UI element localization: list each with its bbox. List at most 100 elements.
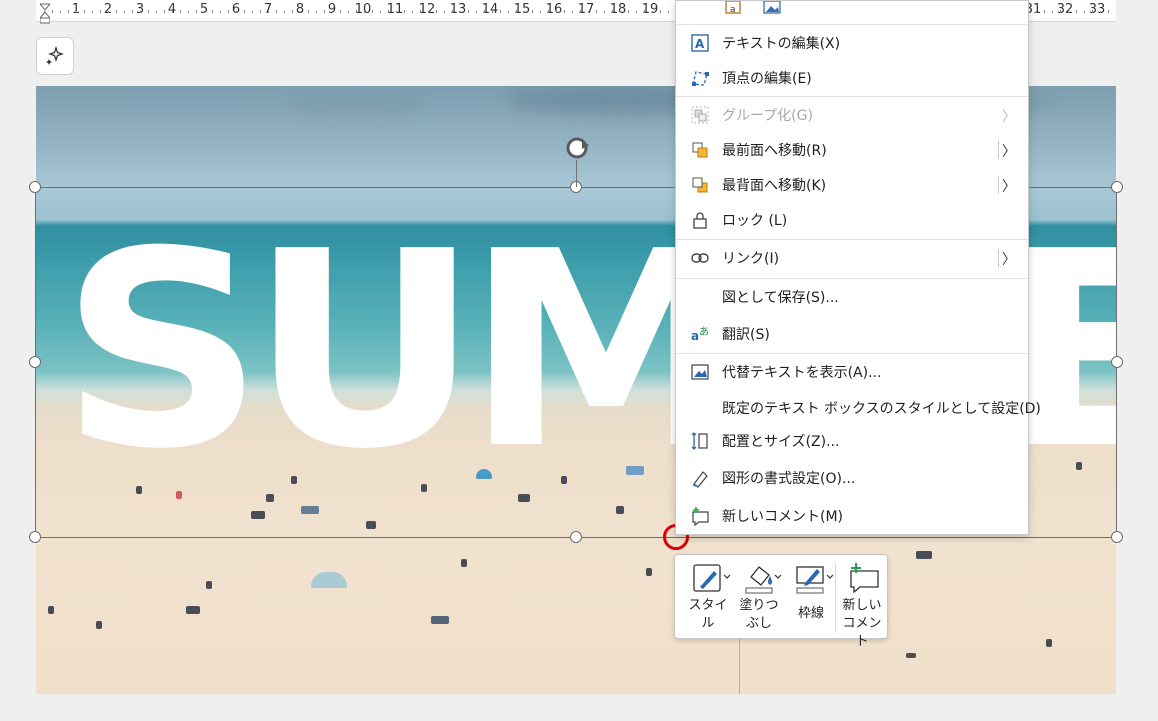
ruler-tick [1108, 10, 1109, 13]
menu-separator [676, 96, 1028, 97]
resize-handle-ne[interactable] [1111, 181, 1123, 193]
new-comment-button[interactable]: 新しいコメント [837, 561, 887, 649]
fill-bucket-icon [745, 566, 782, 594]
ruler-tick [164, 10, 165, 13]
ruler-tick [68, 10, 69, 13]
ruler-tick [388, 10, 389, 13]
ruler-tick [476, 11, 477, 13]
menu-item-new-comment[interactable]: 新しいコメント(M) [676, 499, 1028, 532]
resize-handle-nw[interactable] [29, 181, 41, 193]
paste-picture-icon[interactable] [762, 1, 784, 15]
resize-handle-e[interactable] [1111, 356, 1123, 368]
menu-item-label: テキストの編集(X) [722, 36, 841, 52]
paste-text-icon[interactable]: a [724, 1, 746, 15]
menu-item-format-shape[interactable]: 図形の書式設定(O)... [676, 461, 1028, 494]
menu-item-send-back[interactable]: 最背面へ移動(K) 〉 [676, 168, 1028, 201]
ruler-tick [220, 11, 221, 13]
ruler-tick [556, 11, 557, 13]
ruler-tick [1068, 11, 1069, 13]
ruler-tick [244, 10, 245, 13]
svg-text:a: a [730, 5, 736, 15]
menu-item-bring-front[interactable]: 最前面へ移動(R) 〉 [676, 133, 1028, 166]
svg-text:a: a [691, 329, 699, 343]
designer-sparkle-button[interactable] [36, 37, 74, 75]
ruler-tick [324, 10, 325, 13]
size-position-icon [691, 432, 708, 450]
ruler-tick [204, 11, 205, 13]
outline-button[interactable]: 枠線 [785, 561, 837, 635]
menu-item-label: 図として保存(S)... [722, 290, 839, 306]
menu-item-translate[interactable]: a あ翻訳(S) [676, 317, 1028, 350]
ruler-tick [628, 10, 629, 13]
shape-style-icon [693, 564, 731, 592]
ruler-tick [548, 10, 549, 13]
ruler-tick [268, 11, 269, 13]
menu-item-alt-text[interactable]: 代替テキストを表示(A)... [676, 355, 1028, 388]
ruler-tick [196, 10, 197, 13]
outline-pen-icon [796, 566, 834, 594]
ruler-tick [372, 10, 373, 13]
translate-icon: aあ [691, 326, 709, 343]
resize-handle-s[interactable] [570, 531, 582, 543]
ruler-tick [1084, 11, 1085, 13]
link-icon [691, 253, 709, 263]
ruler-tick [1052, 11, 1053, 13]
ruler-tick [612, 10, 613, 13]
ruler-tick [596, 10, 597, 13]
menu-item-label: 新しいコメント(M) [722, 509, 844, 525]
menu-item-label: 配置とサイズ(Z)... [722, 434, 840, 450]
menu-separator [676, 353, 1028, 354]
menu-item-edit-points[interactable]: 頂点の編集(E) [676, 61, 1028, 94]
menu-item-link[interactable]: リンク(I) 〉 [676, 241, 1028, 274]
ruler-tick [1036, 11, 1037, 13]
ruler-tick [340, 10, 341, 13]
ruler-tick [148, 10, 149, 13]
ruler-tick [180, 10, 181, 13]
ruler-tick [292, 10, 293, 13]
format-shape-icon [693, 471, 708, 488]
chevron-right-icon: 〉 [1002, 109, 1016, 125]
ruler-tick [156, 11, 157, 13]
menu-item-label: 図形の書式設定(O)... [722, 471, 856, 487]
menu-item-label: 既定のテキスト ボックスのスタイルとして設定(D) [722, 401, 1041, 417]
resize-handle-se[interactable] [1111, 531, 1123, 543]
indent-marker-icon[interactable] [40, 2, 50, 24]
menu-item-item-10[interactable]: 既定のテキスト ボックスのスタイルとして設定(D) [676, 391, 1041, 424]
menu-item-item-7[interactable]: 図として保存(S)... [676, 280, 1028, 313]
mini-toolbar: スタイル 塗りつぶし 枠線 新しいコメント [674, 554, 888, 649]
ruler-tick [564, 10, 565, 13]
ruler-tick [364, 11, 365, 13]
ruler-number: 11 [386, 2, 404, 17]
menu-item-size-position[interactable]: 配置とサイズ(Z)... [676, 424, 1028, 457]
ruler-tick [132, 10, 133, 13]
menu-item-text-edit[interactable]: A テキストの編集(X) [676, 26, 1028, 59]
ruler-tick [356, 10, 357, 13]
ruler-number: 1 [71, 2, 81, 17]
ruler-tick [140, 11, 141, 13]
ruler-tick [636, 11, 637, 13]
resize-handle-sw[interactable] [29, 531, 41, 543]
ruler-tick [60, 11, 61, 13]
fill-button[interactable]: 塗りつぶし [733, 561, 785, 635]
ruler-tick [52, 10, 53, 13]
menu-item-lock[interactable]: ロック (L) [676, 203, 1028, 236]
svg-text:A: A [695, 37, 705, 51]
submenu-divider [998, 176, 999, 194]
ruler-tick [404, 10, 405, 13]
ruler-tick [436, 10, 437, 13]
ruler-tick [1060, 10, 1061, 13]
resize-handle-w[interactable] [29, 356, 41, 368]
ruler-tick [284, 11, 285, 13]
ruler-tick [76, 11, 77, 13]
edit-points-icon [692, 71, 709, 86]
submenu-divider [998, 141, 999, 159]
ruler-tick [492, 11, 493, 13]
ruler-tick [396, 11, 397, 13]
ruler-tick [308, 10, 309, 13]
menu-item-label: リンク(I) [722, 251, 780, 267]
rotate-handle-icon[interactable] [562, 133, 592, 163]
style-button[interactable]: スタイル [683, 561, 733, 635]
ruler-number: 9 [327, 2, 337, 17]
ruler-tick [236, 11, 237, 13]
ruler-tick [540, 11, 541, 13]
